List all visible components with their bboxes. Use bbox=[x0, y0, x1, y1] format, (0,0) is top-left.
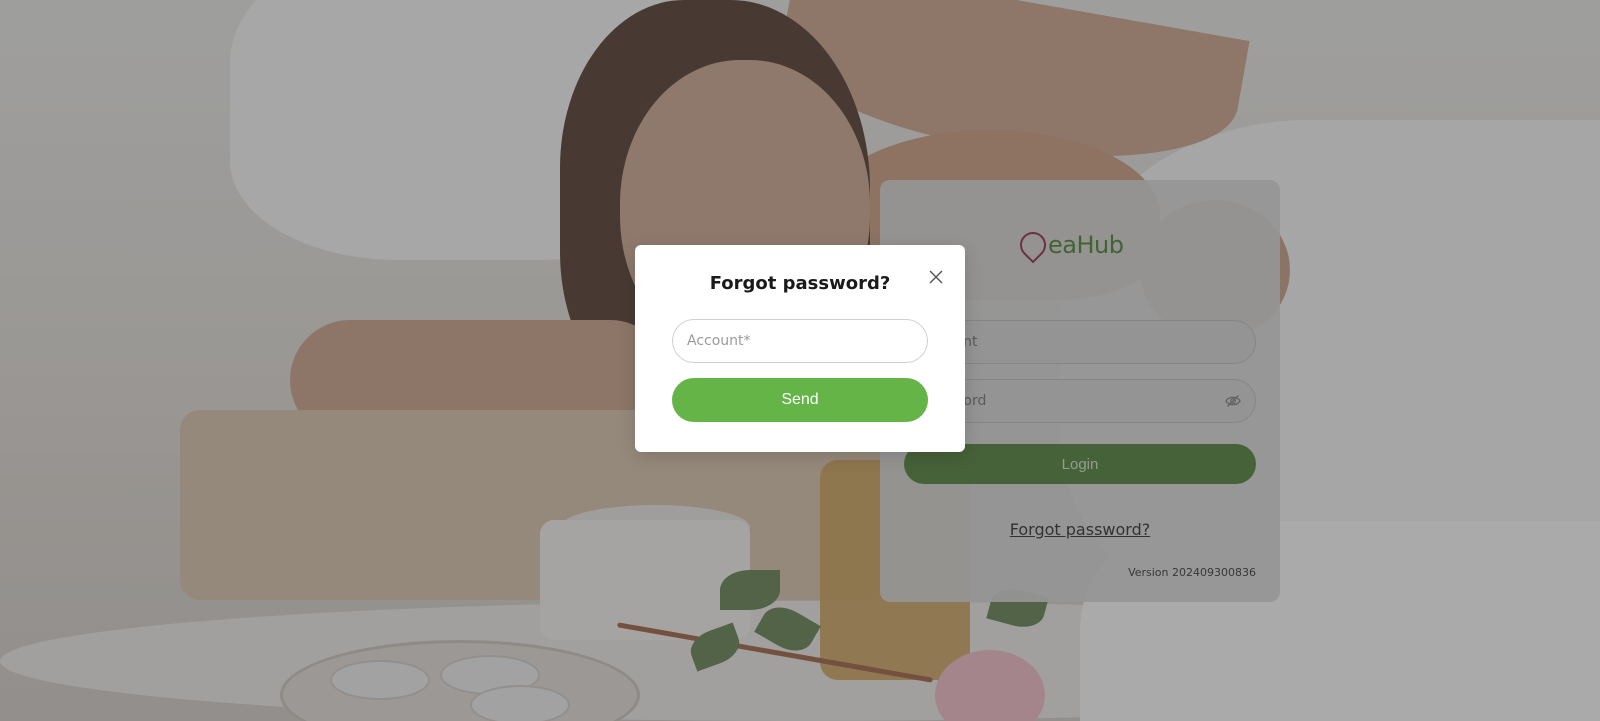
close-icon[interactable] bbox=[927, 268, 945, 286]
modal-title: Forgot password? bbox=[709, 273, 891, 294]
send-button[interactable]: Send bbox=[672, 378, 928, 422]
forgot-password-modal: Forgot password? Send bbox=[635, 245, 965, 452]
account-input[interactable] bbox=[672, 319, 928, 363]
